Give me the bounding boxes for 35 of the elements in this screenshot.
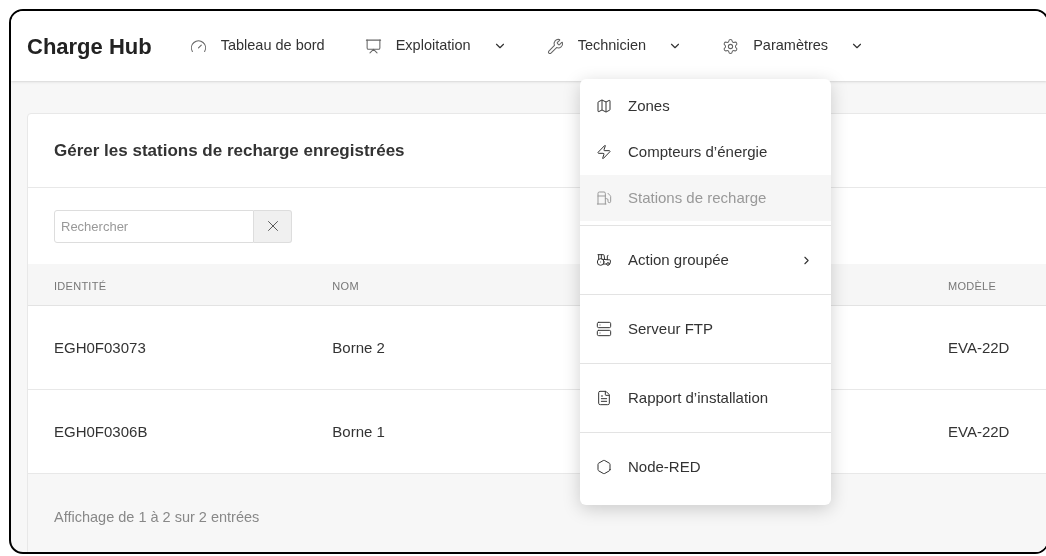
table-cell: EVA-22D: [948, 338, 1010, 356]
tractor-icon: [596, 252, 612, 268]
column-header: IDENTITÉ: [54, 279, 107, 292]
menu-item[interactable]: Compteurs d’énergie: [580, 129, 831, 175]
nav-menu-item[interactable]: Exploitation: [364, 35, 507, 57]
column-header: NOM: [332, 279, 359, 292]
table-cell: Borne 1: [332, 422, 385, 440]
card-title: Gérer les stations de recharge enregistrées: [54, 139, 405, 162]
document-icon: [596, 390, 612, 406]
clear-search-button[interactable]: [254, 209, 292, 243]
nav-menu-item[interactable]: Paramètres: [722, 35, 865, 57]
entries-summary: Affichage de 1 à 2 sur 2 entrées: [54, 508, 260, 528]
search-field[interactable]: Rechercher: [54, 209, 254, 243]
table-cell: EGH0F03073: [54, 338, 146, 356]
map-icon: [596, 98, 612, 114]
chart-screen-icon: [364, 37, 382, 55]
column-header: MODÈLE: [948, 279, 997, 292]
server-icon: [596, 321, 612, 337]
hexagon-icon: [596, 459, 612, 475]
app-title: Charge Hub: [27, 32, 152, 61]
fuel-pump-icon: [596, 190, 612, 206]
lightning-icon: [596, 144, 612, 160]
table-cell: Borne 2: [332, 338, 385, 356]
settings-icon: [722, 37, 740, 55]
nav-menu-item[interactable]: Tableau de bord: [189, 35, 325, 57]
menu-item[interactable]: Action groupée: [580, 230, 831, 290]
table-cell: EGH0F0306B: [54, 422, 148, 440]
gauge-icon: [189, 37, 207, 55]
nav-menu-item[interactable]: Technicien: [546, 35, 683, 57]
table-cell: EVA-22D: [948, 422, 1010, 440]
menu-item[interactable]: Zones: [580, 83, 831, 129]
menu-item[interactable]: Rapport d’installation: [580, 368, 831, 428]
menu-item[interactable]: Serveur FTP: [580, 299, 831, 359]
menu-item[interactable]: Node-RED: [580, 437, 831, 497]
wrench-icon: [546, 37, 564, 55]
